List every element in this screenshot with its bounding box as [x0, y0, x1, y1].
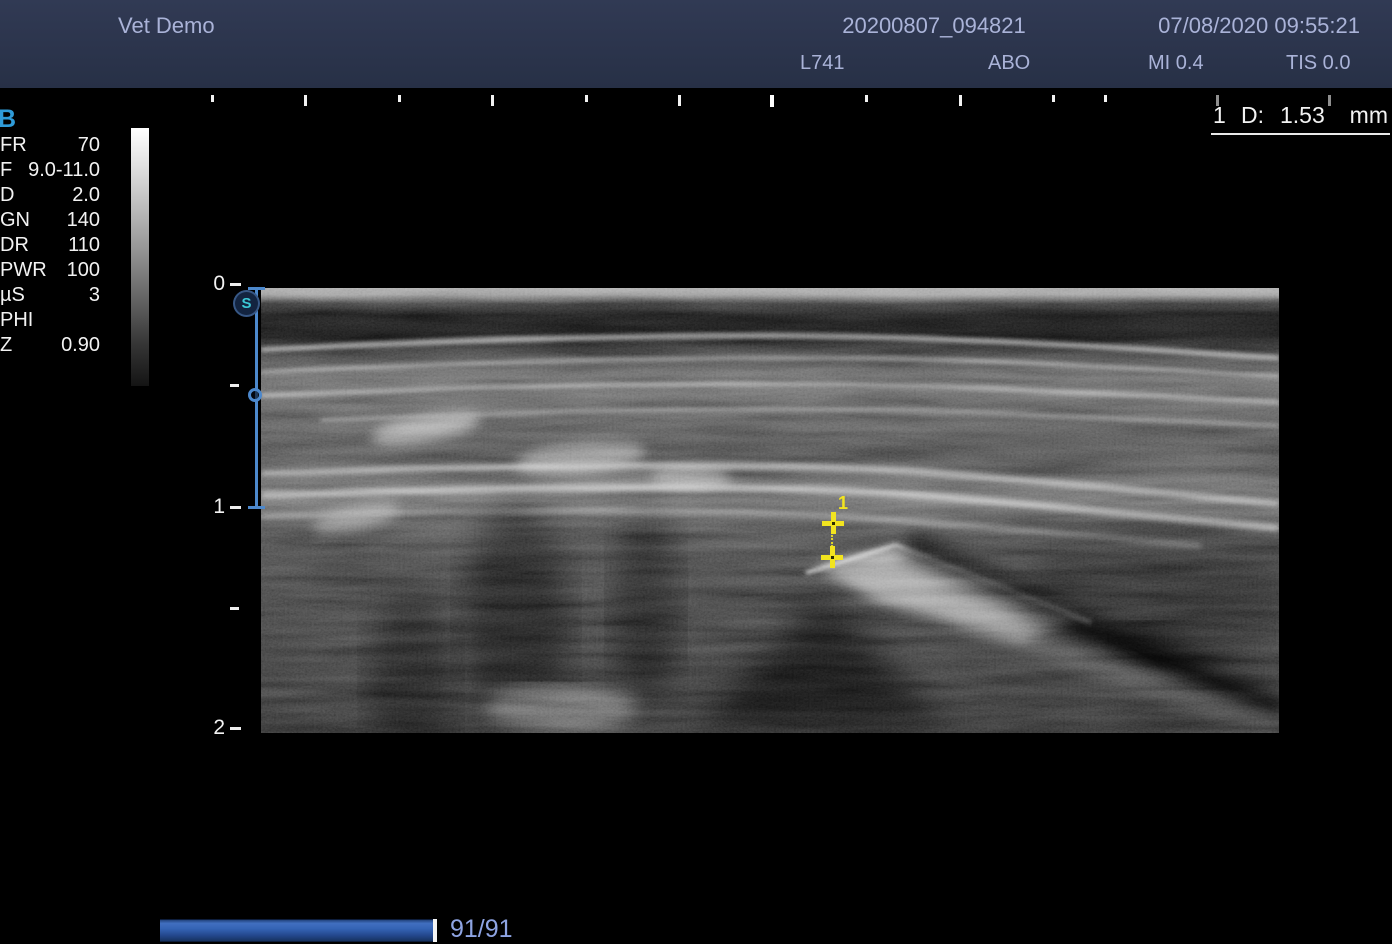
param-row: F 9.0-11.0: [0, 158, 100, 183]
param-value: 100: [66, 259, 100, 281]
exam-datetime: 07/08/2020 09:55:21: [1158, 13, 1360, 38]
focus-position-marker[interactable]: [248, 388, 262, 402]
param-label: PWR: [0, 259, 47, 281]
param-row: Z 0.90: [0, 333, 100, 358]
cine-progress-bar[interactable]: [160, 919, 437, 942]
param-row: GN 140: [0, 208, 100, 233]
ruler-tick: [211, 95, 214, 102]
depth-tick: [230, 726, 241, 730]
param-label: F: [0, 159, 13, 181]
mode-indicator: B: [0, 105, 17, 133]
param-value: 9.0-11.0: [28, 159, 100, 181]
probe-orientation-marker: S: [233, 290, 260, 317]
ruler-tick: [585, 95, 588, 102]
focal-zone-cap-bottom: [248, 506, 265, 509]
param-label: D: [0, 184, 15, 206]
depth-label: 2: [213, 716, 225, 739]
param-value: 0.90: [61, 334, 100, 356]
param-label: FR: [0, 134, 27, 156]
depth-mark: 2: [204, 716, 241, 740]
depth-mark: 1: [204, 495, 241, 519]
mi-value: MI 0.4: [1148, 52, 1204, 74]
probe-model: L741: [800, 52, 845, 74]
caliper-center-dot: [831, 521, 835, 525]
patient-name: Vet Demo: [118, 13, 215, 38]
ruler-tick: [1052, 95, 1055, 102]
param-value: 70: [77, 134, 100, 156]
depth-mark: 0: [204, 272, 241, 296]
caliper-cross-end[interactable]: [821, 546, 843, 568]
param-label: PHI: [0, 309, 34, 331]
ruler-tick: [1104, 95, 1107, 102]
param-label: Z: [0, 334, 13, 356]
param-row: D 2.0: [0, 183, 100, 208]
tis-value: TIS 0.0: [1286, 52, 1351, 74]
ruler-tick: [959, 95, 962, 106]
header-bar: Vet Demo 20200807_094821 07/08/2020 09:5…: [0, 0, 1392, 88]
focal-zone-cap-top: [248, 287, 265, 290]
measurement-underline: [1211, 133, 1390, 135]
measurement-index: 1: [1213, 102, 1226, 128]
caliper-label: 1: [838, 493, 849, 513]
param-label: µS: [0, 284, 25, 306]
cine-position-cursor[interactable]: [433, 919, 437, 942]
depth-tick: [230, 384, 239, 387]
cine-frame-counter: 91/91: [450, 915, 513, 943]
depth-tick: [230, 607, 239, 610]
depth-tick: [230, 505, 241, 509]
ruler-center-tick: [770, 95, 774, 107]
param-label: GN: [0, 209, 30, 231]
param-row: PWR 100: [0, 258, 100, 283]
measurement-unit: mm: [1349, 102, 1388, 128]
grayscale-bar: [131, 128, 149, 386]
ultrasound-image: [261, 288, 1279, 733]
ruler-tick: [491, 95, 494, 106]
caliper-cross-start[interactable]: [822, 512, 844, 534]
param-row: PHI: [0, 308, 100, 333]
param-value: 3: [88, 284, 100, 306]
param-row: FR 70: [0, 133, 100, 158]
depth-label: 0: [213, 272, 225, 295]
depth-mark: [204, 384, 239, 387]
ruler-tick: [304, 95, 307, 106]
ruler-tick: [398, 95, 401, 102]
caliper-center-dot: [830, 555, 834, 559]
depth-mark: [204, 607, 239, 610]
measurement-readout: 1 D: 1.53 mm: [1205, 102, 1390, 136]
imaging-params-panel: B FR 70 F 9.0-11.0 D 2.0 GN 140 DR 110 P…: [0, 105, 100, 358]
param-label: DR: [0, 234, 29, 256]
ruler-tick: [678, 95, 681, 106]
measurement-value: 1.53: [1280, 102, 1325, 128]
ruler-tick: [865, 95, 868, 102]
depth-label: 1: [213, 495, 225, 518]
exam-id: 20200807_094821: [842, 13, 1026, 38]
measurement-label: D:: [1241, 102, 1264, 128]
depth-tick: [230, 282, 241, 286]
param-value: 140: [66, 209, 100, 231]
param-row: µS 3: [0, 283, 100, 308]
param-value: 2.0: [72, 184, 100, 206]
param-row: DR 110: [0, 233, 100, 258]
preset-label: ABO: [988, 52, 1031, 74]
param-value: 110: [68, 234, 100, 256]
